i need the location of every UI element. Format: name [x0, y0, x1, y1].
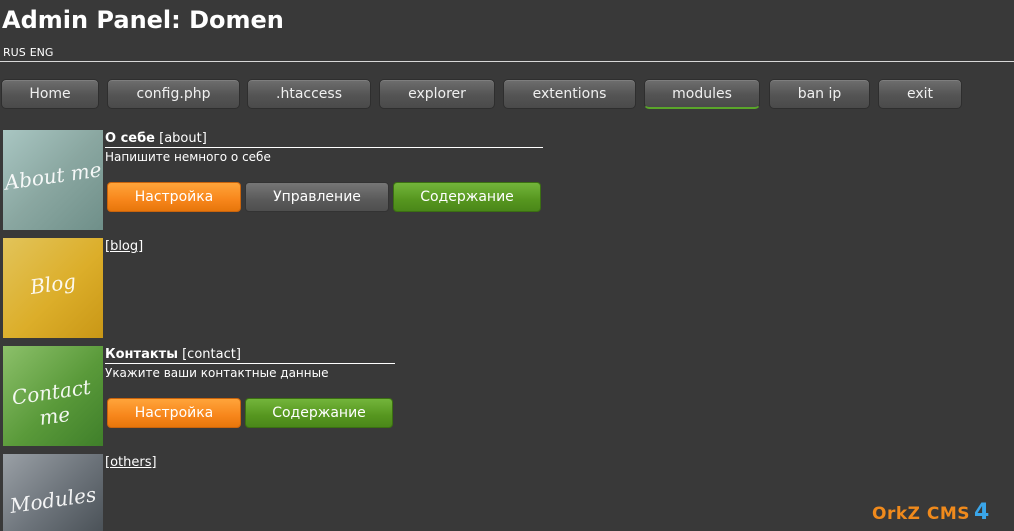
- lang-rus-link[interactable]: RUS: [3, 46, 26, 59]
- module-key: [contact]: [182, 347, 241, 362]
- nav-explorer-button[interactable]: explorer: [379, 79, 495, 109]
- nav-banip-button[interactable]: ban ip: [769, 79, 870, 109]
- module-name: О себе: [105, 131, 155, 146]
- nav-home-button[interactable]: Home: [1, 79, 99, 109]
- module-key-link[interactable]: [others]: [105, 455, 157, 470]
- module-key-link[interactable]: [blog]: [105, 239, 143, 254]
- nav-extentions-button[interactable]: extentions: [503, 79, 636, 109]
- module-others: Modules [others]: [3, 454, 603, 531]
- thumbnail-caption: Blog: [28, 268, 78, 300]
- page-title: Admin Panel: Domen: [2, 6, 284, 34]
- module-contact: Contact me Контакты [contact] Укажите ва…: [3, 346, 603, 450]
- thumbnail-caption: Modules: [8, 482, 98, 518]
- module-about: About me О себе [about] Напишите немного…: [3, 130, 603, 234]
- module-key: [about]: [159, 131, 207, 146]
- nav-modules-button[interactable]: modules: [644, 79, 760, 109]
- module-description: Укажите ваши контактные данные: [105, 366, 329, 380]
- content-button[interactable]: Содержание: [245, 398, 393, 428]
- nav-htaccess-button[interactable]: .htaccess: [247, 79, 371, 109]
- thumbnail-caption: About me: [3, 157, 103, 195]
- module-blog: Blog [blog]: [3, 238, 603, 338]
- content-button[interactable]: Содержание: [393, 182, 541, 212]
- manage-button[interactable]: Управление: [245, 182, 389, 212]
- module-name: Контакты: [105, 347, 178, 362]
- module-blog-thumbnail[interactable]: Blog: [3, 238, 103, 338]
- module-others-thumbnail[interactable]: Modules: [3, 454, 103, 531]
- nav-config-button[interactable]: config.php: [107, 79, 240, 109]
- settings-button[interactable]: Настройка: [107, 182, 241, 212]
- cms-logo: OrkZ CMS 4: [872, 500, 990, 525]
- header-divider: [0, 61, 1014, 62]
- nav-exit-button[interactable]: exit: [878, 79, 962, 109]
- logo-text: OrkZ CMS: [872, 504, 971, 524]
- lang-eng-link[interactable]: ENG: [30, 46, 54, 59]
- module-about-thumbnail[interactable]: About me: [3, 130, 103, 230]
- module-description: Напишите немного о себе: [105, 150, 271, 164]
- settings-button[interactable]: Настройка: [107, 398, 241, 428]
- language-switch: RUS ENG: [3, 46, 57, 60]
- logo-version: 4: [974, 500, 990, 525]
- module-title: Контакты [contact]: [105, 347, 395, 364]
- module-title: О себе [about]: [105, 131, 543, 148]
- main-nav: Home config.php .htaccess explorer exten…: [0, 79, 1014, 111]
- module-contact-thumbnail[interactable]: Contact me: [3, 346, 103, 446]
- thumbnail-caption: Contact me: [10, 374, 93, 430]
